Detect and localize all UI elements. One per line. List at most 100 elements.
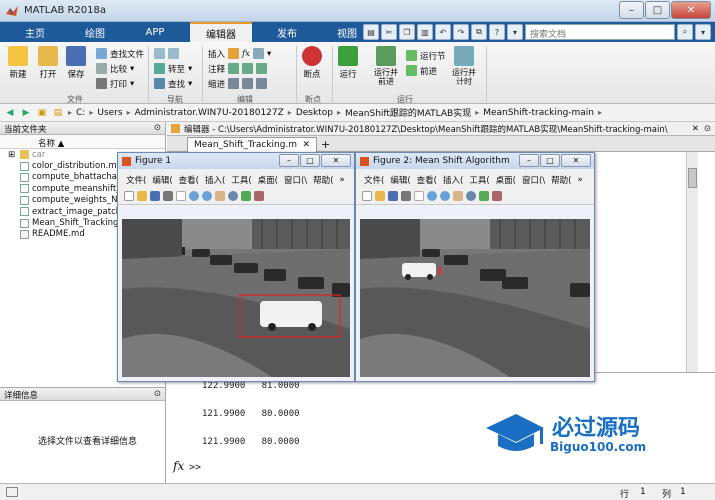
insert-button[interactable]: 插入 fx ▾ (208, 46, 271, 61)
advance-button[interactable]: 前进 (406, 63, 446, 78)
menu-view[interactable]: 查看( (179, 174, 199, 186)
comment-button[interactable]: 注释 (208, 61, 271, 76)
command-prompt[interactable]: >> (189, 462, 201, 473)
editor-scrollbar[interactable] (686, 152, 698, 372)
zoom-out-icon[interactable] (440, 190, 450, 201)
print-icon[interactable] (163, 190, 173, 201)
menu-edit[interactable]: 编辑( (390, 174, 410, 186)
menu-more[interactable]: » (577, 175, 582, 185)
menu-file[interactable]: 文件( (126, 174, 146, 186)
crumb-project[interactable]: MeanShift跟踪的MATLAB实现 (345, 106, 471, 119)
crumb-desktop[interactable]: Desktop (296, 108, 333, 118)
save-icon[interactable] (150, 190, 160, 201)
crumb-current[interactable]: MeanShift-tracking-main (483, 108, 594, 118)
save-button[interactable]: 保存 (66, 46, 86, 80)
menu-tools[interactable]: 工具( (231, 174, 251, 186)
panel-menu-icon[interactable]: ⊙ (154, 123, 161, 133)
print-icon[interactable] (401, 190, 411, 201)
pan-icon[interactable] (453, 190, 463, 201)
tab-apps[interactable]: APP (130, 22, 180, 42)
forward-arrow-icon[interactable]: ▶ (20, 107, 32, 119)
switch-windows-icon[interactable]: ⧉ (471, 24, 487, 40)
crumb-users[interactable]: Users (97, 108, 122, 118)
menu-view[interactable]: 查看( (417, 174, 437, 186)
minimize-button[interactable]: – (619, 1, 644, 19)
brush-icon[interactable] (492, 190, 502, 201)
paste-icon[interactable]: ▥ (417, 24, 433, 40)
data-cursor-icon[interactable] (241, 190, 251, 201)
tab-home[interactable]: 主页 (10, 22, 60, 42)
crumb-drive[interactable]: C: (76, 108, 85, 118)
breakpoints-button[interactable]: 断点 (302, 46, 322, 80)
menu-edit[interactable]: 编辑( (152, 174, 172, 186)
pin-icon[interactable]: ▾ (695, 24, 711, 40)
print-button[interactable]: 打印 ▾ (96, 76, 144, 91)
menu-window[interactable]: 窗口(\ (522, 174, 545, 186)
pan-icon[interactable] (215, 190, 225, 201)
find-files-button[interactable]: 查找文件 (96, 46, 144, 61)
open-icon[interactable] (375, 190, 385, 201)
menu-help[interactable]: 帮助( (313, 174, 333, 186)
save-icon[interactable]: ▤ (363, 24, 379, 40)
brush-icon[interactable] (254, 190, 264, 201)
nav-arrows[interactable] (154, 46, 192, 61)
menu-desktop[interactable]: 桌面( (258, 174, 278, 186)
rotate-icon[interactable] (466, 190, 476, 201)
menu-desktop[interactable]: 桌面( (496, 174, 516, 186)
tab-editor[interactable]: 编辑器 (190, 22, 252, 42)
save-icon[interactable] (388, 190, 398, 201)
crumb-admin[interactable]: Administrator.WIN7U-20180127Z (135, 108, 284, 118)
figure-2-minimize-button[interactable]: – (519, 154, 539, 167)
figure-2-close-button[interactable]: ✕ (561, 154, 591, 167)
compare-button[interactable]: 比较 ▾ (96, 61, 144, 76)
browse-folder-icon[interactable]: ▤ (52, 107, 64, 119)
redo-icon[interactable]: ↷ (453, 24, 469, 40)
pointer-icon[interactable] (414, 190, 424, 201)
new-figure-icon[interactable] (124, 190, 134, 201)
zoom-in-icon[interactable] (427, 190, 437, 201)
help-icon[interactable]: ? (489, 24, 505, 40)
editor-close-icon[interactable]: ✕ (692, 124, 699, 134)
menu-tools[interactable]: 工具( (469, 174, 489, 186)
data-cursor-icon[interactable] (479, 190, 489, 201)
run-section-button[interactable]: 运行节 (406, 48, 446, 63)
back-arrow-icon[interactable]: ◀ (4, 107, 16, 119)
figure-1-minimize-button[interactable]: – (279, 154, 299, 167)
new-figure-icon[interactable] (362, 190, 372, 201)
close-button[interactable]: ✕ (671, 1, 711, 19)
tab-close-icon[interactable]: ✕ (302, 140, 310, 150)
dropdown-icon[interactable]: ▾ (507, 24, 523, 40)
details-menu-icon[interactable]: ⊙ (154, 389, 161, 399)
indent-button[interactable]: 缩进 (208, 76, 271, 91)
column-header-name[interactable]: 名称 ▲ (0, 135, 165, 149)
search-docs-input[interactable]: 搜索文档 (525, 24, 675, 40)
search-icon[interactable]: ⌕ (677, 24, 693, 40)
menu-insert[interactable]: 插入( (443, 174, 463, 186)
figure-1-close-button[interactable]: ✕ (321, 154, 351, 167)
menu-file[interactable]: 文件( (364, 174, 384, 186)
menu-window[interactable]: 窗口(\ (284, 174, 307, 186)
figure-1-maximize-button[interactable]: □ (300, 154, 320, 167)
goto-button[interactable]: 转至 ▾ (154, 61, 192, 76)
run-button[interactable]: 运行 (338, 46, 358, 80)
menu-more[interactable]: » (339, 175, 344, 185)
pointer-icon[interactable] (176, 190, 186, 201)
zoom-in-icon[interactable] (189, 190, 199, 201)
add-tab-button[interactable]: + (321, 138, 330, 151)
zoom-out-icon[interactable] (202, 190, 212, 201)
menu-help[interactable]: 帮助( (551, 174, 571, 186)
run-advance-button[interactable]: 运行并前进 (372, 46, 400, 86)
find-button[interactable]: 查找 ▾ (154, 76, 192, 91)
tab-publish[interactable]: 发布 (262, 22, 312, 42)
open-button[interactable]: 打开 (38, 46, 58, 80)
open-icon[interactable] (137, 190, 147, 201)
undo-icon[interactable]: ↶ (435, 24, 451, 40)
tab-plots[interactable]: 绘图 (70, 22, 120, 42)
copy-icon[interactable]: ❐ (399, 24, 415, 40)
figure-2-maximize-button[interactable]: □ (540, 154, 560, 167)
rotate-icon[interactable] (228, 190, 238, 201)
maximize-button[interactable]: □ (645, 1, 670, 19)
doc-tab-mean-shift[interactable]: Mean_Shift_Tracking.m ✕ (187, 137, 317, 152)
up-folder-icon[interactable]: ▣ (36, 107, 48, 119)
cut-icon[interactable]: ✂ (381, 24, 397, 40)
